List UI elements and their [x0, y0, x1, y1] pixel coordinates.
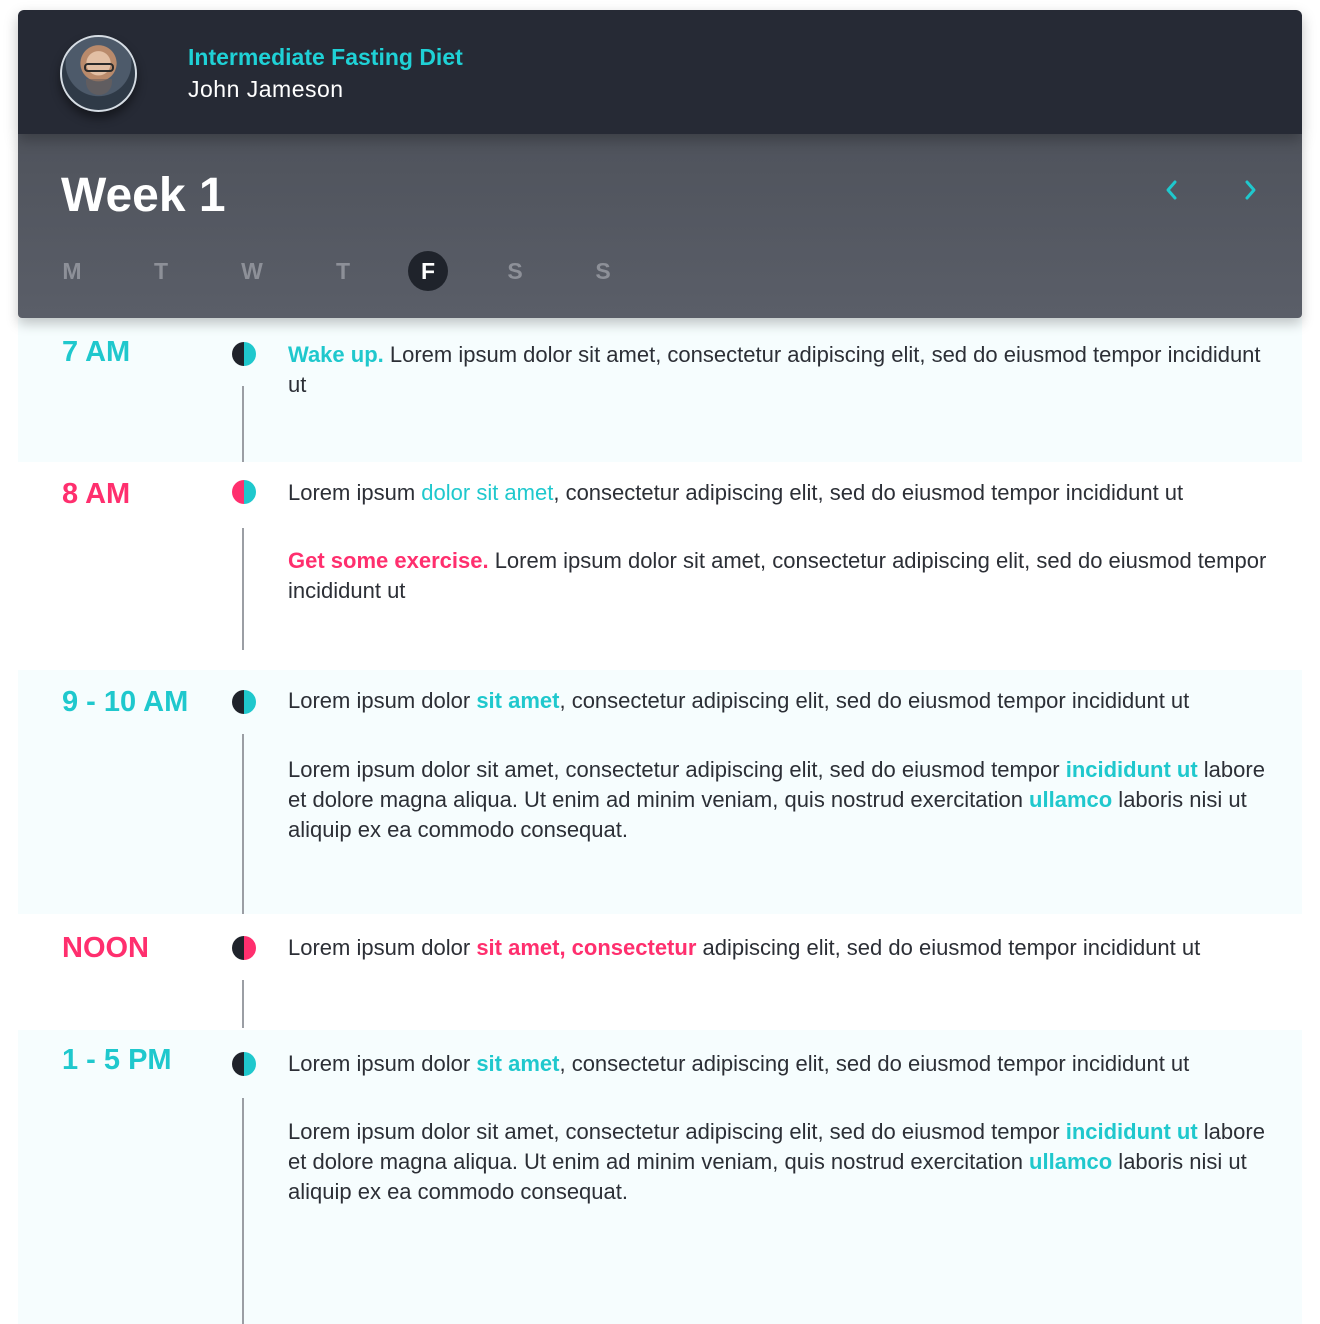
- timeline-line: [242, 980, 244, 1028]
- day-tuesday[interactable]: T: [141, 251, 181, 291]
- half-circle-icon: [232, 342, 256, 366]
- week-selector: Week 1 M T W T F S S: [18, 134, 1302, 318]
- time-label: 8 AM: [62, 478, 131, 510]
- timeline-line: [242, 1098, 244, 1324]
- day-friday[interactable]: F: [408, 251, 448, 291]
- avatar[interactable]: [60, 35, 137, 112]
- time-label: 7 AM: [62, 336, 131, 368]
- entry-text: Lorem ipsum dolor sit amet, consectetur …: [288, 935, 1201, 960]
- schedule-row-1-5pm: 1 - 5 PM Lorem ipsum dolor sit amet, con…: [18, 1030, 1302, 1324]
- half-circle-icon: [232, 480, 256, 504]
- beard-detail: [86, 79, 112, 95]
- glasses-detail: [84, 63, 114, 72]
- timeline-line: [242, 386, 244, 462]
- day-thursday[interactable]: T: [323, 251, 363, 291]
- time-label: 1 - 5 PM: [62, 1044, 172, 1076]
- schedule-row-8am: 8 AM Lorem ipsum dolor sit amet, consect…: [18, 462, 1302, 670]
- day-wednesday[interactable]: W: [232, 251, 272, 291]
- half-circle-icon: [232, 1052, 256, 1076]
- half-circle-icon: [232, 936, 256, 960]
- schedule-row-7am: 7 AM Wake up. Lorem ipsum dolor sit amet…: [18, 318, 1302, 462]
- week-title: Week 1: [61, 169, 226, 222]
- user-name: John Jameson: [188, 76, 344, 102]
- entry-text: Lorem ipsum dolor sit amet, consectetur …: [288, 480, 1184, 505]
- day-saturday[interactable]: S: [495, 251, 535, 291]
- entry-text: Lorem ipsum dolor sit amet, consectetur …: [288, 1119, 1265, 1204]
- diet-title: Intermediate Fasting Diet: [188, 44, 463, 70]
- day-monday[interactable]: M: [52, 251, 92, 291]
- entry-text: Wake up. Lorem ipsum dolor sit amet, con…: [288, 342, 1261, 397]
- time-label: 9 - 10 AM: [62, 686, 189, 718]
- entry-text: Get some exercise. Lorem ipsum dolor sit…: [288, 548, 1267, 603]
- timeline-line: [242, 734, 244, 914]
- chevron-left-icon[interactable]: [1158, 176, 1186, 204]
- app-header: Intermediate Fasting Diet John Jameson: [18, 10, 1302, 134]
- schedule-row-9-10am: 9 - 10 AM Lorem ipsum dolor sit amet, co…: [18, 670, 1302, 914]
- chevron-right-icon[interactable]: [1236, 176, 1264, 204]
- entry-text: Lorem ipsum dolor sit amet, consectetur …: [288, 1051, 1190, 1076]
- day-sunday[interactable]: S: [583, 251, 623, 291]
- half-circle-icon: [232, 690, 256, 714]
- time-label: NOON: [62, 932, 149, 964]
- schedule-row-noon: NOON Lorem ipsum dolor sit amet, consect…: [18, 914, 1302, 1030]
- timeline-line: [242, 528, 244, 650]
- entry-text: Lorem ipsum dolor sit amet, consectetur …: [288, 688, 1190, 713]
- entry-text: Lorem ipsum dolor sit amet, consectetur …: [288, 757, 1265, 842]
